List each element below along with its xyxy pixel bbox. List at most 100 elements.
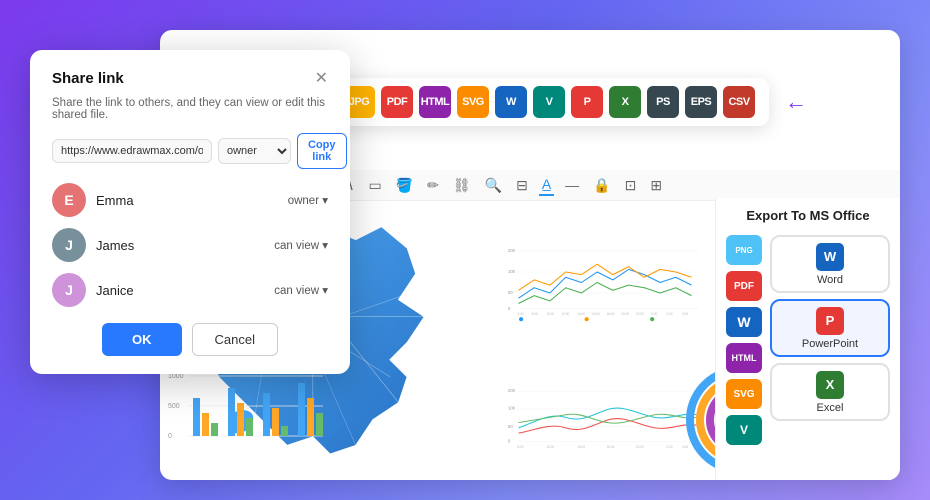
avatar-james: J: [52, 228, 86, 262]
dialog-footer: OK Cancel: [52, 323, 328, 356]
svg-text:1000: 1000: [168, 373, 184, 380]
toolbar-minus-icon[interactable]: —: [562, 175, 582, 195]
link-row: owner can view can edit Copy link: [52, 133, 328, 169]
toolbar-pen-icon[interactable]: ✏: [424, 175, 442, 196]
user-perm-janice[interactable]: can view ▾: [274, 283, 328, 297]
svg-text:20:00: 20:00: [621, 312, 629, 316]
toolbar-lock-icon[interactable]: 🔒: [590, 175, 613, 196]
chart-left-bottom: 1000 500 0: [160, 360, 340, 480]
svg-text:10:00: 10:00: [546, 312, 554, 316]
export-powerpoint-button[interactable]: P PowerPoint: [770, 299, 890, 357]
format-pdf[interactable]: PDF: [381, 86, 413, 118]
export-icon-word-sm[interactable]: W: [726, 307, 762, 337]
svg-text:2:00: 2:00: [666, 312, 672, 316]
svg-text:4:00: 4:00: [682, 312, 688, 316]
user-name-janice: Janice: [96, 283, 264, 298]
export-word-button[interactable]: W Word: [770, 235, 890, 293]
format-ppt[interactable]: P: [571, 86, 603, 118]
svg-text:10:00: 10:00: [546, 445, 554, 449]
user-row-emma: E Emma owner ▾: [52, 183, 328, 217]
format-eps[interactable]: EPS: [685, 86, 717, 118]
user-row-janice: J Janice can view ▾: [52, 273, 328, 307]
export-icon-svg[interactable]: SVG: [726, 379, 762, 409]
svg-text:18:00: 18:00: [607, 312, 615, 316]
svg-text:16:00: 16:00: [592, 312, 600, 316]
dialog-header: Share link ✕: [52, 70, 328, 87]
format-visio[interactable]: V: [533, 86, 565, 118]
chart-bottom: 200 100 50 0 6:00 10:00 14:00 18:00 22:0…: [500, 360, 710, 480]
svg-text:100: 100: [508, 269, 516, 274]
export-panel: Export To MS Office PNG PDF W HTML SVG V…: [715, 198, 900, 480]
dialog-title: Share link: [52, 70, 124, 87]
export-icon-png[interactable]: PNG: [726, 235, 762, 265]
svg-text:50: 50: [508, 424, 513, 429]
word-icon: W: [816, 243, 844, 271]
export-icon-vsdx[interactable]: V: [726, 415, 762, 445]
svg-text:0:00: 0:00: [651, 312, 657, 316]
chart-svg-bottom: 200 100 50 0 6:00 10:00 14:00 18:00 22:0…: [508, 368, 702, 472]
toolbar-link-icon[interactable]: ⛓: [450, 175, 474, 196]
svg-text:100: 100: [508, 406, 516, 411]
link-input[interactable]: [52, 139, 212, 163]
concentric-chart-area: [680, 360, 705, 480]
user-perm-james[interactable]: can view ▾: [274, 238, 328, 252]
share-dialog: Share link ✕ Share the link to others, a…: [30, 50, 350, 374]
svg-text:50: 50: [508, 290, 513, 295]
toolbar-rect-icon[interactable]: ▭: [365, 175, 384, 196]
svg-text:200: 200: [508, 388, 516, 393]
ok-button[interactable]: OK: [102, 323, 182, 356]
svg-text:0: 0: [508, 439, 511, 444]
arrow-indicator: ←: [785, 89, 807, 115]
cancel-button[interactable]: Cancel: [192, 323, 278, 356]
svg-text:0: 0: [508, 306, 511, 311]
export-icon-pdf[interactable]: PDF: [726, 271, 762, 301]
svg-text:200: 200: [508, 248, 516, 253]
avatar-emma: E: [52, 183, 86, 217]
excel-label: Excel: [817, 402, 844, 414]
format-xlsx[interactable]: X: [609, 86, 641, 118]
svg-text:6:00: 6:00: [517, 445, 523, 449]
dialog-description: Share the link to others, and they can v…: [52, 97, 328, 121]
svg-text:0: 0: [168, 433, 172, 440]
toolbar-zoom-icon[interactable]: 🔍: [482, 175, 505, 196]
format-toolbar: TIFF JPG PDF HTML SVG W V P X PS EPS CSV…: [291, 78, 769, 126]
export-excel-button[interactable]: X Excel: [770, 363, 890, 421]
svg-text:14:00: 14:00: [577, 312, 585, 316]
excel-icon: X: [816, 371, 844, 399]
toolbar-crop-icon[interactable]: ⊟: [513, 175, 531, 196]
permission-select[interactable]: owner can view can edit: [218, 138, 291, 164]
svg-text:6:00: 6:00: [517, 312, 523, 316]
close-button[interactable]: ✕: [315, 71, 328, 87]
chart-svg-top: 200 100 50 0 6:00 8:00 10:00 12:00 14:00…: [508, 213, 702, 352]
export-icon-html[interactable]: HTML: [726, 343, 762, 373]
export-panel-title: Export To MS Office: [726, 208, 890, 223]
format-html[interactable]: HTML: [419, 86, 451, 118]
format-word[interactable]: W: [495, 86, 527, 118]
toolbar-frame-icon[interactable]: ⊡: [622, 175, 640, 196]
svg-text:8:00: 8:00: [532, 312, 538, 316]
svg-text:14:00: 14:00: [577, 445, 585, 449]
user-name-james: James: [96, 238, 264, 253]
svg-text:500: 500: [168, 403, 180, 410]
format-svg[interactable]: SVG: [457, 86, 489, 118]
toolbar-grid-icon[interactable]: ⊞: [647, 175, 665, 196]
svg-text:18:00: 18:00: [607, 445, 615, 449]
toolbar-fill-icon[interactable]: 🪣: [393, 175, 416, 196]
ppt-label: PowerPoint: [802, 338, 858, 350]
format-csv[interactable]: CSV: [723, 86, 755, 118]
avatar-janice: J: [52, 273, 86, 307]
chart-top: 200 100 50 0 6:00 8:00 10:00 12:00 14:00…: [500, 205, 710, 360]
bar-chart-svg: 1000 500 0: [168, 368, 328, 478]
format-ps[interactable]: PS: [647, 86, 679, 118]
svg-text:12:00: 12:00: [561, 312, 569, 316]
user-perm-emma[interactable]: owner ▾: [288, 193, 328, 207]
user-name-emma: Emma: [96, 193, 278, 208]
svg-text:22:00: 22:00: [636, 445, 644, 449]
svg-text:2:00: 2:00: [666, 445, 672, 449]
ppt-icon: P: [816, 307, 844, 335]
word-label: Word: [817, 274, 843, 286]
svg-text:22:00: 22:00: [636, 312, 644, 316]
copy-link-button[interactable]: Copy link: [297, 133, 347, 169]
user-row-james: J James can view ▾: [52, 228, 328, 262]
toolbar-highlight-icon[interactable]: A̲: [539, 174, 554, 196]
